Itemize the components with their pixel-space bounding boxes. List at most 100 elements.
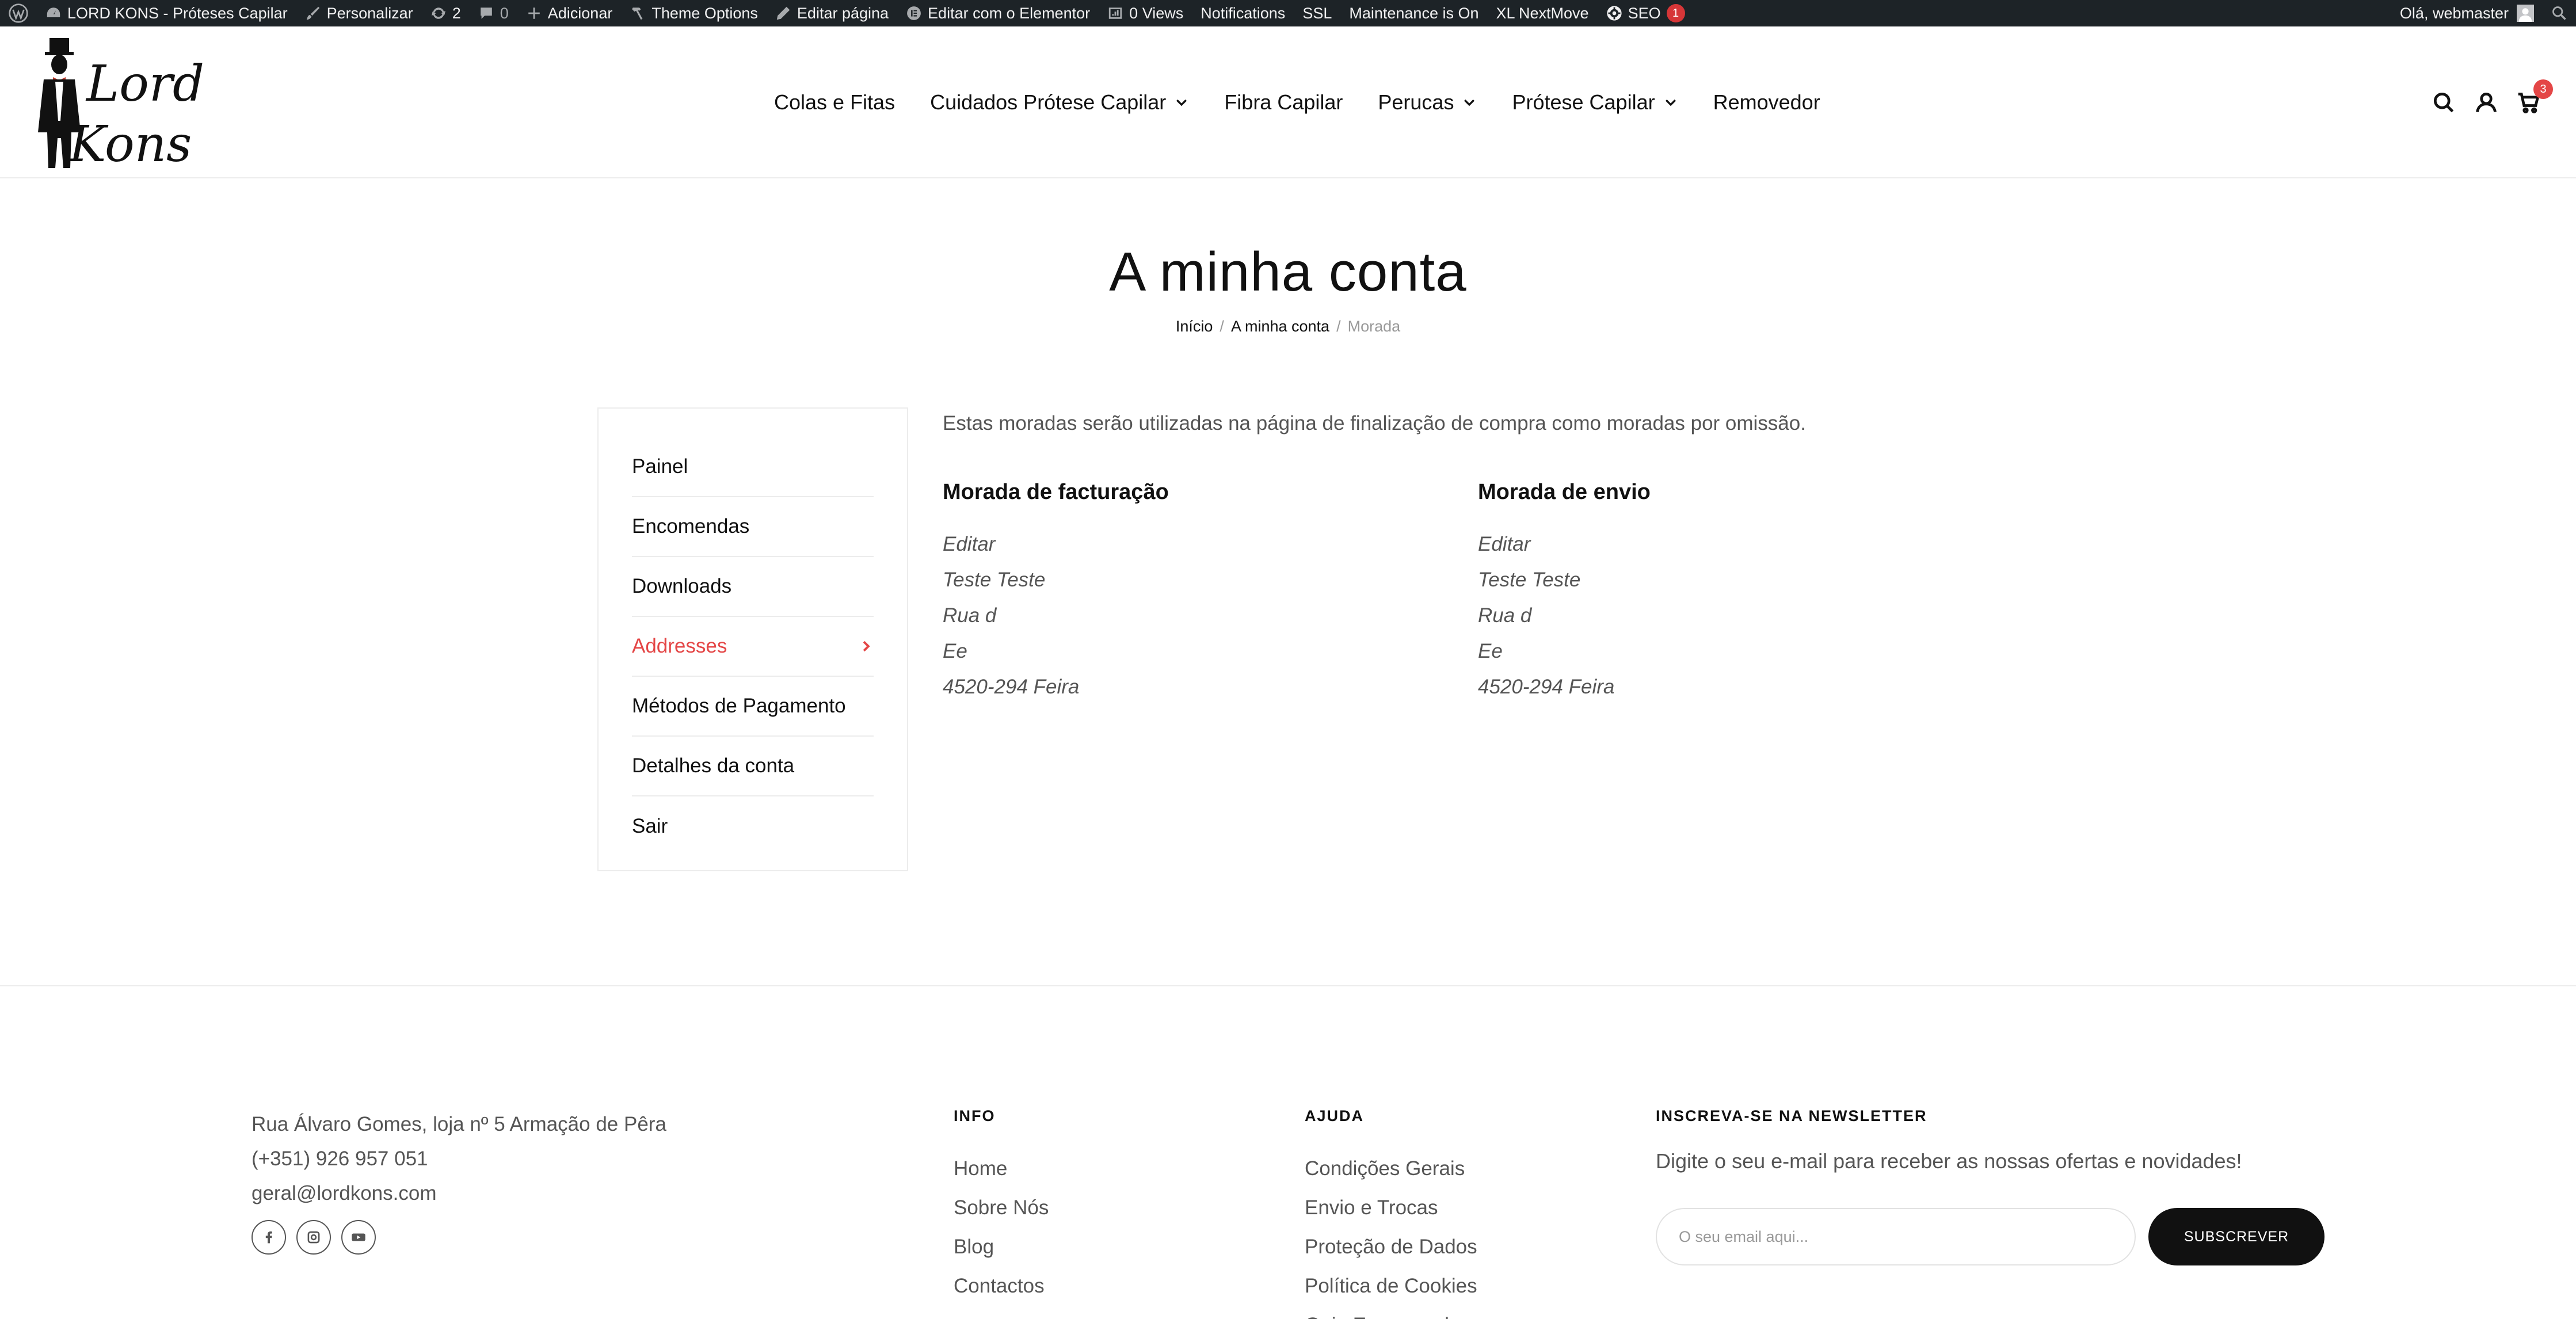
chevron-down-icon (1464, 99, 1475, 106)
newsletter-email-input[interactable] (1656, 1208, 2136, 1265)
footer-phone[interactable]: (+351) 926 957 051 (251, 1142, 666, 1176)
breadcrumb-account[interactable]: A minha conta (1231, 318, 1329, 335)
admin-seo[interactable]: SEO 1 (1598, 0, 1694, 26)
nav-colas-e-fitas[interactable]: Colas e Fitas (774, 90, 895, 115)
site-logo[interactable]: Lord Kons (28, 35, 212, 173)
newsletter-text: Digite o seu e-mail para receber as noss… (1656, 1149, 2242, 1173)
pencil-icon (776, 6, 790, 20)
admin-edit-elementor[interactable]: Editar com o Elementor (897, 0, 1099, 26)
footer-link-envio-trocas[interactable]: Envio e Trocas (1305, 1188, 1477, 1227)
admin-comments[interactable]: 0 (470, 0, 517, 26)
nav-cuidados-protese-capilar[interactable]: Cuidados Prótese Capilar (930, 90, 1189, 115)
account-nav-painel[interactable]: Painel (632, 437, 874, 497)
admin-notifications[interactable]: Notifications (1192, 0, 1294, 26)
breadcrumb-separator: / (1220, 318, 1224, 335)
seo-gear-icon (1606, 6, 1622, 21)
footer-link-condicoes-gerais[interactable]: Condições Gerais (1305, 1149, 1477, 1188)
footer-link-protecao-dados[interactable]: Proteção de Dados (1305, 1227, 1477, 1267)
comment-icon (480, 7, 492, 19)
account-nav-metodos-pagamento[interactable]: Métodos de Pagamento (632, 677, 874, 737)
plus-icon (528, 7, 540, 19)
footer-info-column: INFO Home Sobre Nós Blog Contactos (954, 1107, 1049, 1306)
billing-edit-link[interactable]: Editar (943, 527, 1461, 562)
newsletter-form: SUBSCREVER (1656, 1208, 2325, 1265)
admin-site-name[interactable]: LORD KONS - Próteses Capilar (37, 0, 296, 26)
elementor-icon (907, 6, 921, 20)
footer-link-sobre-nos[interactable]: Sobre Nós (954, 1188, 1049, 1227)
nav-fibra-capilar[interactable]: Fibra Capilar (1224, 90, 1343, 115)
account-nav-downloads[interactable]: Downloads (632, 557, 874, 617)
youtube-icon[interactable] (341, 1220, 376, 1255)
facebook-icon[interactable] (251, 1220, 286, 1255)
wordpress-logo-icon[interactable] (0, 0, 37, 26)
search-icon[interactable] (2431, 90, 2456, 115)
account-nav-encomendas[interactable]: Encomendas (632, 497, 874, 557)
account-nav-sair[interactable]: Sair (632, 796, 874, 856)
refresh-icon (431, 7, 445, 19)
newsletter-heading: INSCREVA-SE NA NEWSLETTER (1656, 1107, 1927, 1124)
page-title: A minha conta (1109, 241, 1467, 303)
subscribe-button[interactable]: SUBSCREVER (2148, 1208, 2325, 1265)
admin-theme-options[interactable]: Theme Options (621, 0, 767, 26)
chevron-right-icon (863, 641, 870, 652)
admin-customize[interactable]: Personalizar (296, 0, 422, 26)
brush-icon (306, 6, 319, 20)
shipping-address-title: Morada de envio (1478, 480, 1651, 504)
footer-link-contactos[interactable]: Contactos (954, 1267, 1049, 1306)
social-links (251, 1220, 386, 1255)
footer-link-blog[interactable]: Blog (954, 1227, 1049, 1267)
user-icon[interactable] (2474, 90, 2499, 115)
footer-contact: Rua Álvaro Gomes, loja nº 5 Armação de P… (251, 1107, 666, 1211)
billing-address-line: Ee (943, 640, 967, 662)
shipping-edit-link[interactable]: Editar (1478, 527, 1996, 562)
footer-link-guia-encomendas[interactable]: Guia Encomendas (1305, 1306, 1477, 1319)
shipping-address-line: 4520-294 Feira (1478, 676, 1615, 698)
account-nav-detalhes-conta[interactable]: Detalhes da conta (632, 737, 874, 796)
account-nav-addresses[interactable]: Addresses (632, 617, 874, 677)
billing-address-line: Teste Teste (943, 569, 1046, 591)
admin-ssl[interactable]: SSL (1294, 0, 1340, 26)
breadcrumb-separator: / (1336, 318, 1341, 335)
admin-nextmove[interactable]: XL NextMove (1487, 0, 1597, 26)
footer-info-heading: INFO (954, 1107, 996, 1124)
nav-protese-capilar[interactable]: Prótese Capilar (1512, 90, 1678, 115)
billing-address-line: 4520-294 Feira (943, 676, 1080, 698)
billing-address-title: Morada de facturação (943, 480, 1169, 504)
logo-text-line1: Lord (85, 55, 204, 113)
site-header: Lord Kons Colas e Fitas Cuidados Prótese… (0, 26, 2576, 178)
logo-text-line2: Kons (68, 116, 192, 173)
avatar (2517, 5, 2534, 22)
admin-views[interactable]: 0 Views (1099, 0, 1192, 26)
footer-help-heading: AJUDA (1305, 1107, 1365, 1124)
footer-email[interactable]: geral@lordkons.com (251, 1176, 666, 1211)
hammer-icon (632, 7, 643, 20)
footer-link-politica-cookies[interactable]: Política de Cookies (1305, 1267, 1477, 1306)
cart-icon[interactable]: 3 (2516, 79, 2553, 115)
header-icons: 3 (2414, 26, 2553, 178)
shipping-address: Morada de envio Editar Teste Teste Rua d… (1478, 480, 1996, 705)
chart-bars-icon (1108, 7, 1122, 19)
main-nav: Colas e Fitas Cuidados Prótese Capilar F… (774, 26, 1820, 178)
nav-removedor[interactable]: Removedor (1713, 90, 1820, 115)
shipping-address-line: Ee (1478, 640, 1503, 662)
billing-address: Morada de facturação Editar Teste Teste … (943, 480, 1461, 705)
account-navigation: Painel Encomendas Downloads Addresses Mé… (597, 407, 908, 871)
breadcrumb-home[interactable]: Início (1176, 318, 1213, 335)
instagram-icon[interactable] (296, 1220, 331, 1255)
addresses-intro: Estas moradas serão utilizadas na página… (943, 412, 1806, 434)
chevron-down-icon (1176, 99, 1187, 106)
admin-add-new[interactable]: Adicionar (517, 0, 622, 26)
footer-link-home[interactable]: Home (954, 1149, 1049, 1188)
breadcrumb: Início / A minha conta / Morada (0, 318, 2576, 336)
admin-account[interactable]: Olá, webmaster (2391, 0, 2543, 26)
admin-maintenance[interactable]: Maintenance is On (1340, 0, 1487, 26)
admin-search-icon[interactable] (2543, 0, 2576, 26)
seo-badge: 1 (1666, 4, 1685, 22)
admin-edit-page[interactable]: Editar página (767, 0, 897, 26)
footer-address: Rua Álvaro Gomes, loja nº 5 Armação de P… (251, 1113, 666, 1135)
billing-address-line: Rua d (943, 604, 997, 627)
chevron-down-icon (1665, 99, 1676, 106)
admin-updates[interactable]: 2 (422, 0, 470, 26)
nav-perucas[interactable]: Perucas (1378, 90, 1477, 115)
cart-count-badge: 3 (2533, 79, 2553, 99)
